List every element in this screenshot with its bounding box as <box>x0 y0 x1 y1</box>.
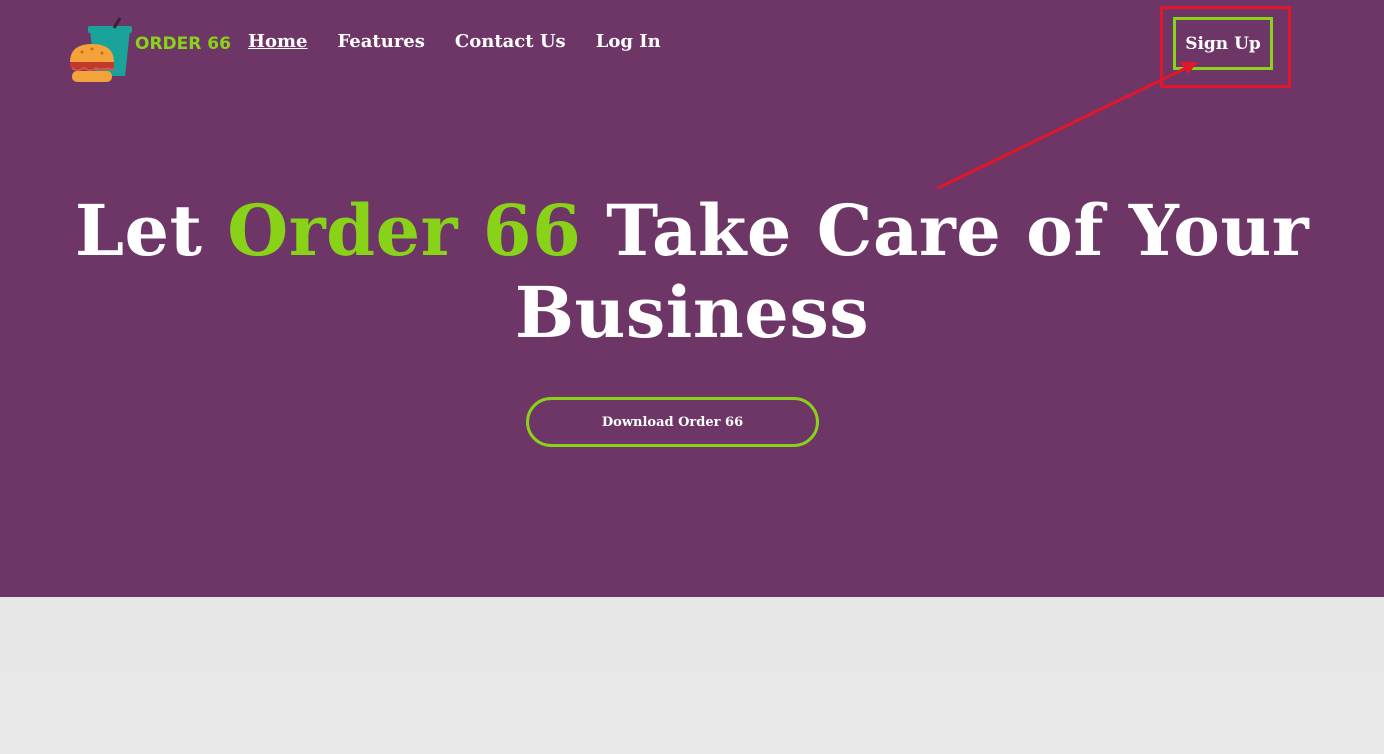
brand-logo[interactable]: ORDER 66 <box>68 16 231 88</box>
headline-post: Take Care of Your <box>581 189 1310 272</box>
headline-accent: Order 66 <box>227 189 582 272</box>
headline-line2: Business <box>514 271 870 354</box>
nav-log-in[interactable]: Log In <box>596 31 661 52</box>
brand-name: ORDER 66 <box>135 34 231 54</box>
annotation-highlight-box <box>1160 6 1291 88</box>
hero-section: ORDER 66 Home Features Contact Us Log In… <box>0 0 1384 597</box>
burger-drink-icon <box>70 17 132 82</box>
content-band-lower <box>0 673 1384 754</box>
content-band <box>0 597 1384 673</box>
hero-headline: Let Order 66 Take Care of Your Business <box>0 190 1384 354</box>
nav-home[interactable]: Home <box>248 31 308 52</box>
main-nav: Home Features Contact Us Log In <box>248 31 661 52</box>
download-button[interactable]: Download Order 66 <box>526 397 819 447</box>
nav-contact-us[interactable]: Contact Us <box>455 31 566 52</box>
headline-pre: Let <box>74 189 228 272</box>
nav-features[interactable]: Features <box>338 31 425 52</box>
